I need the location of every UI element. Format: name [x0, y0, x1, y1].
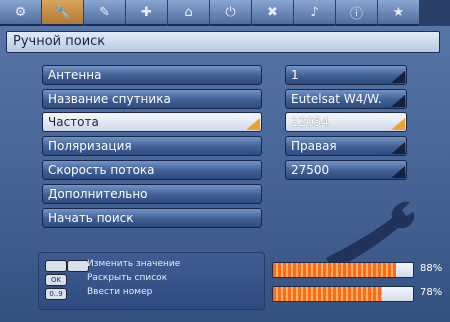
menu-satellite-name[interactable]: Название спутника [42, 89, 262, 109]
value-text: 12054 [291, 115, 330, 129]
tool-icon: ✎ [99, 4, 110, 20]
page-title: Ручной поиск [13, 34, 106, 49]
left-arrow-key-icon [45, 260, 67, 272]
title-bar: Ручной поиск [6, 31, 440, 53]
music-icon: ♪ [310, 4, 319, 20]
signal-quality-fill [273, 287, 383, 301]
menu-label: Дополнительно [48, 187, 148, 201]
satellite-icon: ⚙ [14, 4, 27, 20]
value-antenna[interactable]: 1 [285, 65, 407, 85]
help-change-value: Изменить значение [39, 259, 264, 273]
help-text: Раскрыть список [87, 273, 168, 283]
menu-label: Название спутника [48, 92, 171, 106]
menu-start-search[interactable]: Начать поиск [42, 208, 262, 228]
dropdown-arrow-icon [391, 95, 405, 107]
tab-installation[interactable]: 🔧 [42, 0, 83, 26]
tab-tools[interactable]: ✎ [84, 0, 125, 26]
screen: ⚙ 🔧 ✎ ✚ ⌂ ⏻ ✖ ♪ ⓘ ★ Ручной поиск Антенна… [0, 0, 450, 322]
number-key-icon: 0..9 [45, 288, 67, 300]
dropdown-arrow-icon [391, 142, 405, 154]
tab-network[interactable]: ⌂ [168, 0, 209, 26]
ok-key-icon: OK [45, 274, 67, 286]
menu-label: Скорость потока [48, 163, 155, 177]
menu-label: Поляризация [48, 139, 132, 153]
signal-strength-value: 88% [420, 263, 443, 274]
signal-strength-bar [272, 262, 414, 278]
tab-info[interactable]: ⓘ [336, 0, 377, 26]
power-icon: ⏻ [225, 4, 236, 20]
tab-parental[interactable]: ✖ [252, 0, 293, 26]
signal-quality-bar [272, 286, 414, 302]
value-text: Правая [291, 139, 337, 153]
channel-icon: ✚ [141, 4, 152, 20]
value-symbol-rate[interactable]: 27500 [285, 160, 407, 180]
focus-corner-icon [246, 118, 260, 130]
menu-polarization[interactable]: Поляризация [42, 136, 262, 156]
value-satellite-name[interactable]: Eutelsat W4/W. [285, 89, 407, 109]
tab-system[interactable]: ⏻ [210, 0, 251, 26]
signal-quality-value: 78% [420, 287, 443, 298]
value-text: Eutelsat W4/W. [291, 92, 382, 106]
right-arrow-key-icon [67, 260, 89, 272]
menu-frequency[interactable]: Частота [42, 112, 262, 132]
tab-strip: ⚙ 🔧 ✎ ✚ ⌂ ⏻ ✖ ♪ ⓘ ★ [0, 0, 450, 26]
signal-strength-fill [273, 263, 397, 277]
dropdown-arrow-icon [391, 71, 405, 83]
extra-icon: ★ [392, 4, 405, 20]
focus-corner-icon [391, 118, 405, 130]
menu-antenna[interactable]: Антенна [42, 65, 262, 85]
menu-label: Частота [48, 115, 99, 129]
value-frequency[interactable]: 12054 [285, 112, 407, 132]
value-polarization[interactable]: Правая [285, 136, 407, 156]
menu-label: Начать поиск [48, 211, 134, 225]
dropdown-arrow-icon [391, 166, 405, 178]
tab-channels[interactable]: ✚ [126, 0, 167, 26]
value-text: 1 [291, 68, 299, 82]
lock-icon: ✖ [267, 4, 278, 20]
menu-symbol-rate[interactable]: Скорость потока [42, 160, 262, 180]
help-text: Изменить значение [87, 259, 181, 269]
tab-satellite[interactable]: ⚙ [0, 0, 41, 26]
network-icon: ⌂ [184, 4, 193, 20]
value-text: 27500 [291, 163, 330, 177]
help-panel: Изменить значение OK Раскрыть список 0..… [38, 252, 265, 310]
menu-label: Антенна [48, 68, 102, 82]
help-open-list: OK Раскрыть список [39, 273, 264, 287]
help-enter-number: 0..9 Ввести номер [39, 287, 264, 301]
tab-extra[interactable]: ★ [378, 0, 419, 26]
wrench-icon: 🔧 [54, 4, 71, 20]
menu-advanced[interactable]: Дополнительно [42, 184, 262, 204]
tab-media[interactable]: ♪ [294, 0, 335, 26]
info-icon: ⓘ [349, 6, 363, 22]
help-text: Ввести номер [87, 287, 153, 297]
